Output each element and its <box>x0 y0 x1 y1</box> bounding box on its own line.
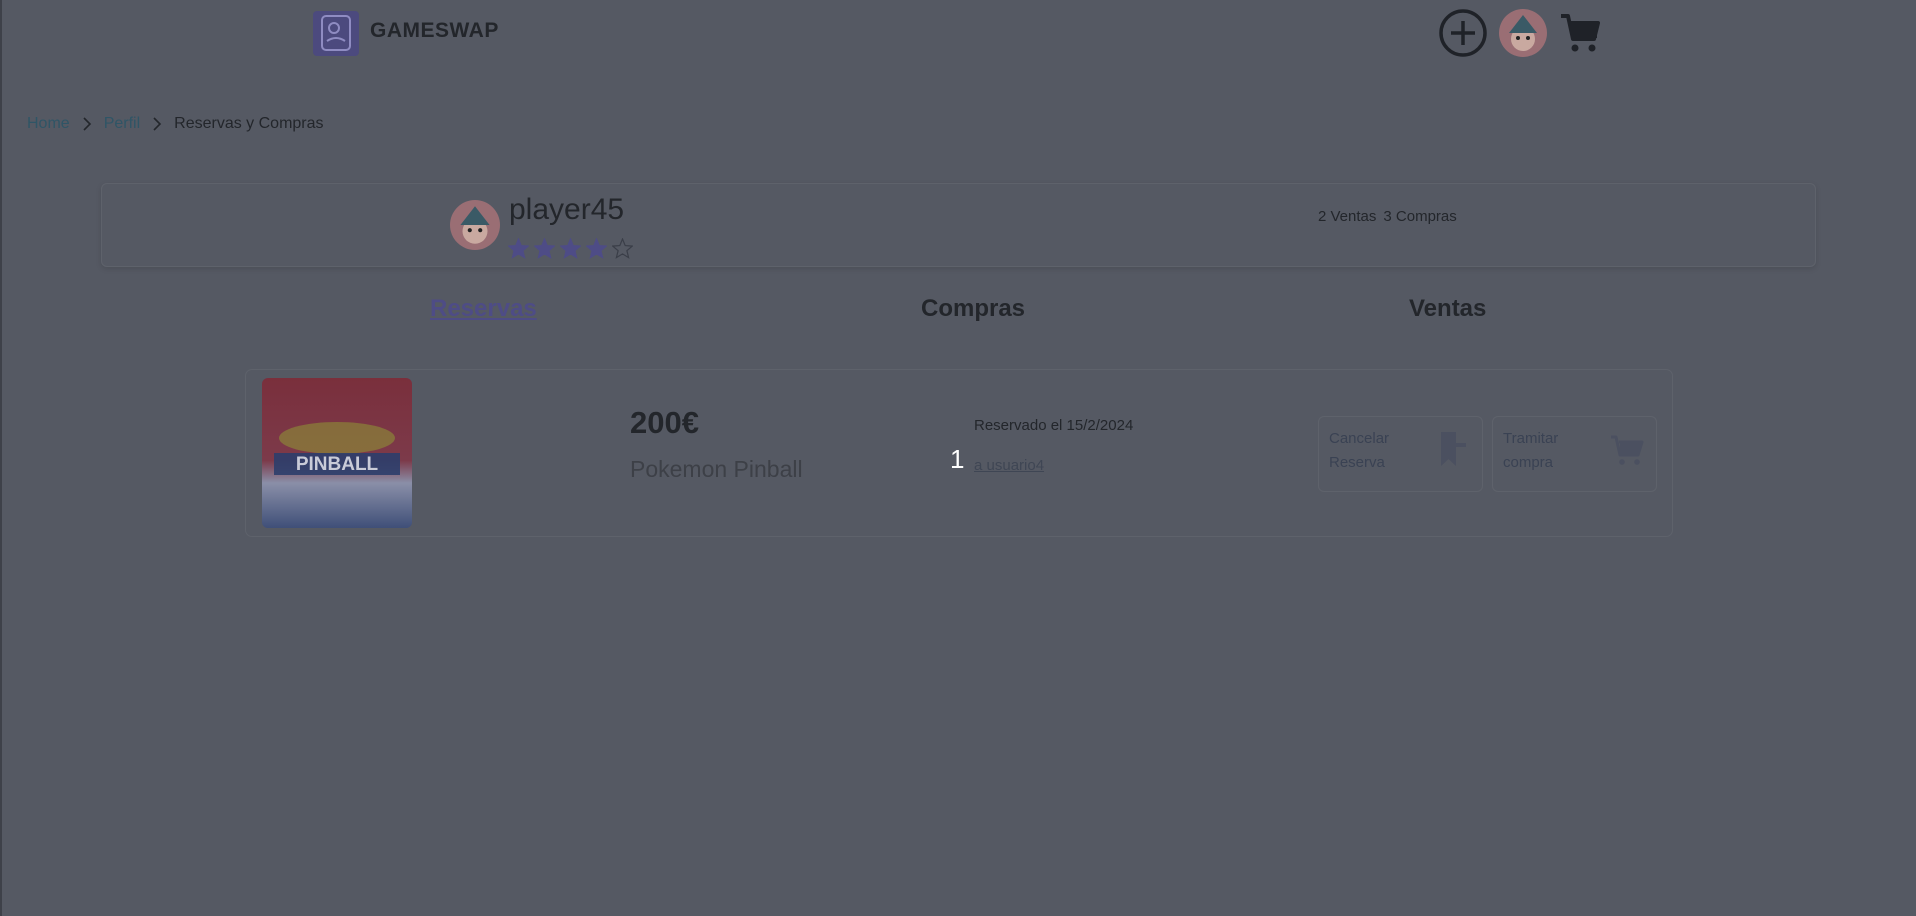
breadcrumb: Home Perfil Reservas y Compras <box>27 115 324 133</box>
add-circle-icon[interactable] <box>1438 8 1488 58</box>
brand-name[interactable]: GAMESWAP <box>370 19 499 43</box>
profile-username: player45 <box>509 193 625 226</box>
rating-stars <box>508 238 633 259</box>
reserved-date: Reservado el 15/2/2024 <box>974 417 1134 434</box>
reserved-user-link[interactable]: a usuario4 <box>974 457 1044 474</box>
breadcrumb-home-link[interactable]: Home <box>27 115 70 133</box>
profile-card <box>101 183 1816 267</box>
user-avatar[interactable] <box>1499 9 1547 57</box>
shopping-cart-icon[interactable] <box>1558 11 1602 55</box>
chevron-right-icon <box>83 117 91 131</box>
star-filled-icon <box>586 238 607 259</box>
star-filled-icon <box>508 238 529 259</box>
profile-avatar <box>450 200 500 250</box>
star-filled-icon <box>560 238 581 259</box>
tab-reservas[interactable]: Reservas <box>430 295 537 323</box>
page: GAMESWAP Home Perfil Reservas y Compras <box>0 0 1916 916</box>
window-edge <box>0 0 2 916</box>
svg-text:PINBALL: PINBALL <box>296 454 379 475</box>
game-name: Pokemon Pinball <box>630 456 803 482</box>
cancel-reservation-button[interactable]: Cancelar Reserva <box>1318 416 1483 492</box>
breadcrumb-perfil-link[interactable]: Perfil <box>104 115 140 133</box>
breadcrumb-current: Reservas y Compras <box>174 115 324 132</box>
game-cover-image[interactable]: PINBALL <box>262 378 412 528</box>
tab-ventas[interactable]: Ventas <box>1409 295 1486 323</box>
shopping-cart-icon <box>1611 435 1644 465</box>
chevron-right-icon <box>153 117 162 131</box>
reservation-price: 200€ <box>630 405 699 440</box>
sales-count: 2 Ventas <box>1318 208 1377 225</box>
star-filled-icon <box>534 238 555 259</box>
process-purchase-button[interactable]: Tramitar compra <box>1492 416 1657 492</box>
tab-compras[interactable]: Compras <box>921 295 1025 323</box>
star-empty-icon <box>612 238 633 259</box>
cancel-reservation-label: Cancelar Reserva <box>1329 430 1390 471</box>
purchases-count: 3 Compras <box>1383 208 1457 225</box>
overlay-step-number: 1 <box>950 444 965 474</box>
gameswap-logo-icon[interactable] <box>313 11 359 56</box>
profile-counts: 2 Ventas 3 Compras <box>1318 208 1457 225</box>
process-purchase-label: Tramitar compra <box>1503 430 1559 471</box>
cancel-reservation-icon <box>1441 432 1466 466</box>
